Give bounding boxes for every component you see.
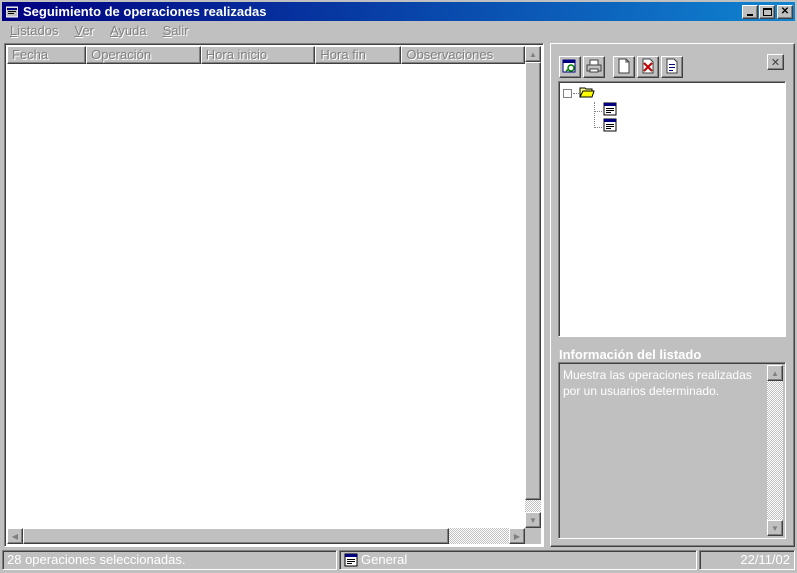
delete-report-button[interactable] — [637, 56, 659, 78]
window-title: Seguimiento de operaciones realizadas — [23, 4, 267, 19]
print-button[interactable] — [583, 56, 605, 78]
report-toolbar — [559, 56, 685, 78]
menu-ayuda[interactable]: Ayuda — [102, 23, 155, 38]
scroll-left-button[interactable]: ◀ — [7, 528, 23, 544]
tree-root-node[interactable] — [579, 86, 595, 100]
minimize-button[interactable] — [742, 4, 758, 19]
tree-expander[interactable] — [563, 89, 572, 98]
folder-open-icon — [579, 85, 595, 102]
delete-icon — [640, 58, 656, 77]
close-button[interactable]: ✕ — [777, 4, 793, 19]
new-document-icon — [616, 58, 632, 77]
info-scroll-down-button[interactable]: ▼ — [767, 520, 783, 536]
column-header-hora-fin[interactable]: Hora fin — [315, 46, 402, 64]
status-section: General — [339, 550, 697, 570]
menu-salir[interactable]: Salir — [155, 23, 197, 38]
tree-report-node-2[interactable] — [602, 118, 618, 135]
scroll-corner — [525, 528, 541, 544]
report-properties-button[interactable] — [661, 56, 683, 78]
arrow-down-icon: ▼ — [529, 515, 537, 525]
info-heading: Información del listado — [559, 347, 702, 362]
arrow-down-icon: ▼ — [771, 523, 779, 533]
status-section-label: General — [361, 552, 408, 567]
column-header-hora-inicio[interactable]: Hora inicio — [200, 46, 316, 64]
arrow-up-icon: ▲ — [529, 49, 537, 59]
info-vertical-scrollbar[interactable]: ▲ ▼ — [767, 365, 783, 536]
tree-connector — [594, 102, 595, 128]
list-horizontal-scrollbar[interactable]: ◀ ▶ — [7, 528, 525, 544]
minimize-icon — [747, 13, 753, 16]
report-icon — [344, 553, 358, 567]
close-icon: ✕ — [780, 5, 790, 17]
app-window-icon[interactable] — [5, 5, 19, 19]
tree-connector — [594, 111, 602, 112]
report-icon — [603, 118, 617, 135]
status-bar: 28 operaciones seleccionadas. General 22… — [2, 550, 795, 570]
menu-listados[interactable]: Listados — [2, 23, 66, 38]
vertical-scroll-thumb[interactable] — [525, 62, 541, 500]
arrow-left-icon: ◀ — [11, 531, 19, 541]
scroll-up-button[interactable]: ▲ — [525, 46, 541, 62]
report-tree[interactable] — [558, 81, 786, 337]
tree-report-node-1[interactable] — [602, 102, 618, 119]
properties-icon — [664, 58, 680, 77]
panel-close-button[interactable]: ✕ — [767, 54, 784, 70]
maximize-icon — [762, 7, 772, 16]
status-message: 28 operaciones seleccionadas. — [2, 550, 337, 570]
column-header-observaciones[interactable]: Observaciones — [401, 46, 525, 64]
operations-list[interactable]: Fecha Operación Hora inicio Hora fin Obs… — [4, 43, 544, 547]
info-textbox[interactable]: Muestra las operaciones realizadas por u… — [558, 362, 786, 539]
preview-icon — [562, 58, 578, 77]
report-icon — [603, 102, 617, 119]
report-panel: ✕ Información del listado Muestra las op… — [550, 43, 795, 547]
info-description: Muestra las operaciones realizadas por u… — [563, 368, 752, 398]
close-icon: ✕ — [770, 56, 781, 69]
menu-ver[interactable]: Ver — [66, 23, 102, 38]
tree-connector — [594, 127, 602, 128]
info-scroll-up-button[interactable]: ▲ — [767, 365, 783, 381]
arrow-right-icon: ▶ — [513, 531, 521, 541]
new-report-button[interactable] — [613, 56, 635, 78]
maximize-button[interactable] — [759, 4, 775, 19]
scroll-down-button[interactable]: ▼ — [525, 512, 541, 528]
column-header-fecha[interactable]: Fecha — [7, 46, 87, 64]
list-header: Fecha Operación Hora inicio Hora fin Obs… — [7, 46, 525, 64]
horizontal-scroll-thumb[interactable] — [23, 528, 449, 544]
menu-bar: Listados Ver Ayuda Salir — [2, 21, 197, 40]
title-bar[interactable]: Seguimiento de operaciones realizadas ✕ — [2, 2, 795, 21]
list-vertical-scrollbar[interactable]: ▲ ▼ — [525, 46, 541, 528]
print-icon — [586, 58, 602, 77]
arrow-up-icon: ▲ — [771, 368, 779, 378]
preview-button[interactable] — [559, 56, 581, 78]
scroll-right-button[interactable]: ▶ — [509, 528, 525, 544]
column-header-operacion[interactable]: Operación — [86, 46, 201, 64]
status-date: 22/11/02 — [699, 550, 795, 570]
